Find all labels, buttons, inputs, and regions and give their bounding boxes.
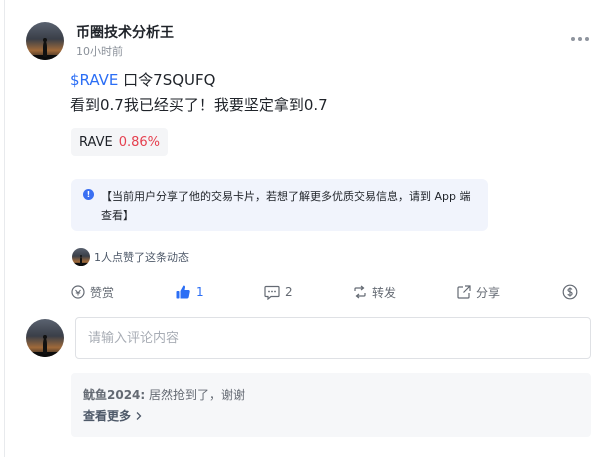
more-dots-icon[interactable] bbox=[571, 34, 591, 44]
like-count: 1 bbox=[196, 285, 204, 299]
current-user-avatar[interactable] bbox=[26, 319, 64, 357]
post-text-line-2: 看到0.7我已经买了！我要坚定拿到0.7 bbox=[70, 96, 328, 114]
author-name[interactable]: 币圈技术分析王 bbox=[76, 22, 174, 42]
post-code-text: 口令7SQUFQ bbox=[118, 71, 216, 89]
chevron-right-icon bbox=[136, 411, 142, 420]
view-more-label: 查看更多 bbox=[83, 409, 132, 423]
reward-coin-icon bbox=[71, 285, 85, 299]
chip-symbol: RAVE bbox=[79, 134, 113, 150]
comment-button[interactable]: 2 bbox=[264, 283, 293, 301]
share-label: 分享 bbox=[476, 285, 501, 300]
share-button[interactable]: 分享 bbox=[457, 283, 500, 301]
comment-author[interactable]: 鱿鱼2024: bbox=[83, 388, 145, 402]
ticker-chip[interactable]: RAVE 0.86% bbox=[71, 128, 168, 156]
divider bbox=[4, 0, 5, 457]
notice-banner: ! 【当前用户分享了他的交易卡片，若想了解更多优质交易信息，请到 App 端查看… bbox=[71, 179, 488, 231]
reward-label: 赞赏 bbox=[90, 285, 115, 300]
dollar-circle-icon bbox=[562, 284, 578, 300]
comment-bubble-icon bbox=[264, 285, 280, 300]
info-icon: ! bbox=[83, 189, 94, 200]
view-more-link[interactable]: 查看更多 bbox=[83, 407, 143, 424]
post-timestamp: 10小时前 bbox=[76, 45, 123, 58]
comment-text: 居然抢到了，谢谢 bbox=[145, 388, 246, 402]
repost-button[interactable]: 转发 bbox=[353, 283, 396, 301]
author-avatar[interactable] bbox=[26, 22, 64, 60]
thumbs-up-icon bbox=[176, 285, 190, 299]
like-button[interactable]: 1 bbox=[175, 283, 204, 301]
comment-count: 2 bbox=[285, 285, 293, 299]
comment-item: 鱿鱼2024: 居然抢到了，谢谢 bbox=[83, 386, 245, 403]
chip-change-percent: 0.86% bbox=[118, 134, 160, 150]
share-arrow-icon bbox=[457, 285, 471, 299]
comment-input[interactable] bbox=[75, 317, 591, 359]
notice-text: 【当前用户分享了他的交易卡片，若想了解更多优质交易信息，请到 App 端查看】 bbox=[101, 190, 471, 222]
tip-button[interactable] bbox=[562, 283, 578, 301]
comments-preview: 鱿鱼2024: 居然抢到了，谢谢 查看更多 bbox=[71, 373, 591, 437]
liker-avatar[interactable] bbox=[72, 248, 90, 266]
repost-arrows-icon bbox=[354, 285, 366, 299]
likes-summary[interactable]: 1人点赞了这条动态 bbox=[94, 249, 189, 265]
repost-label: 转发 bbox=[372, 285, 397, 300]
reward-button[interactable]: 赞赏 bbox=[71, 283, 114, 301]
post-text-line-1: $RAVE 口令7SQUFQ bbox=[70, 69, 215, 90]
ticker-link[interactable]: $RAVE bbox=[70, 71, 118, 89]
